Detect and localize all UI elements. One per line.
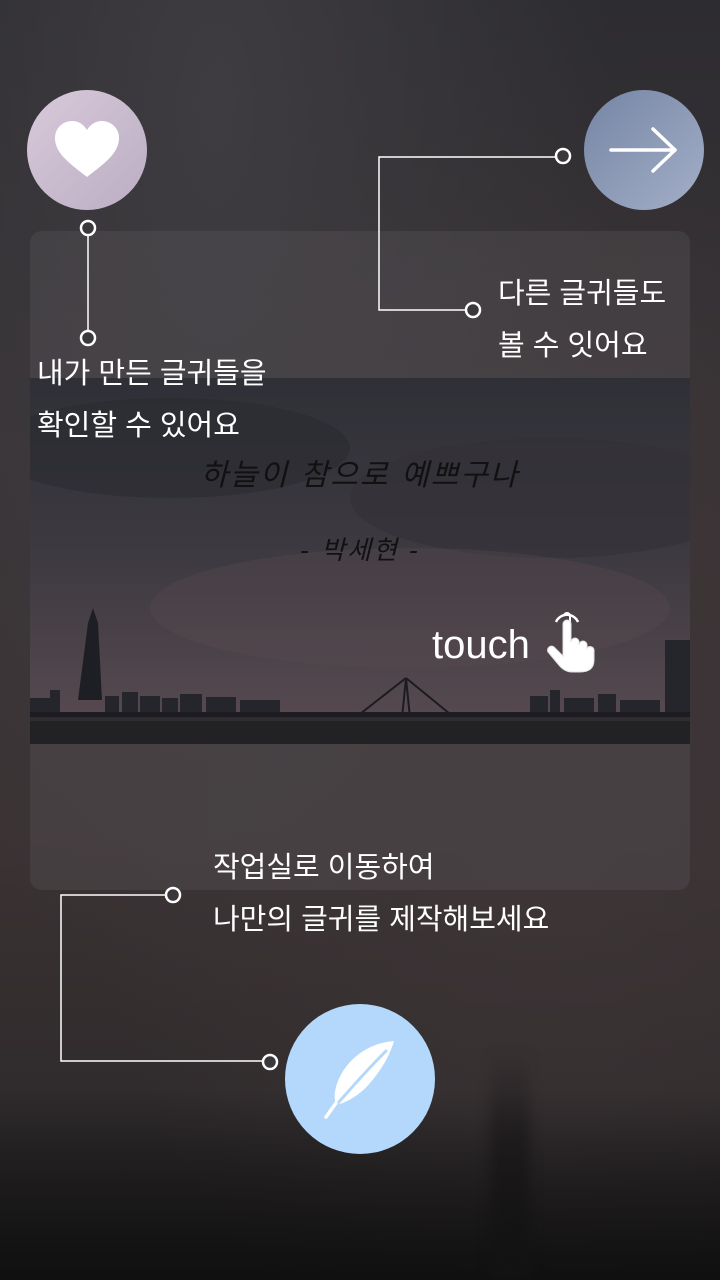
callout-line: 다른 글귀들도 [498, 278, 667, 310]
feather-pen-icon [324, 1041, 394, 1119]
callout-line: 볼 수 잇어요 [498, 330, 648, 362]
pen-callout-dot [164, 886, 182, 904]
touch-hint: touch [432, 612, 596, 678]
callout-line: 확인할 수 있어요 [37, 410, 240, 442]
background-shape [490, 1050, 530, 1280]
my-quotes-button[interactable] [27, 90, 147, 210]
callout-line: 내가 만든 글귀들을 [37, 358, 267, 390]
touch-label: touch [432, 623, 530, 667]
heart-icon [55, 121, 119, 177]
callout-line: 작업실로 이동하여 [213, 852, 435, 884]
arrow-right-icon [609, 127, 677, 173]
my-quotes-callout: 내가 만든 글귀들을 확인할 수 있어요 [37, 348, 267, 452]
quote-text: 하늘이 참으로 예쁘구나 [200, 458, 520, 493]
pen-guide-dot [261, 1053, 279, 1071]
next-quotes-callout: 다른 글귀들도 볼 수 잇어요 [498, 268, 666, 372]
quote-author: - 박세현 - [300, 536, 420, 566]
next-quotes-button[interactable] [584, 90, 704, 210]
coach-mark-overlay: 하늘이 참으로 예쁘구나 - 박세현 - touch 내가 만든 글귀들을 확인… [0, 0, 720, 1280]
workshop-button[interactable] [285, 1004, 435, 1154]
arrow-guide-dot [554, 147, 572, 165]
callout-line: 나만의 글귀를 제작해보세요 [213, 904, 550, 936]
pointing-hand-icon [544, 612, 596, 678]
workshop-callout: 작업실로 이동하여 나만의 글귀를 제작해보세요 [213, 842, 549, 946]
